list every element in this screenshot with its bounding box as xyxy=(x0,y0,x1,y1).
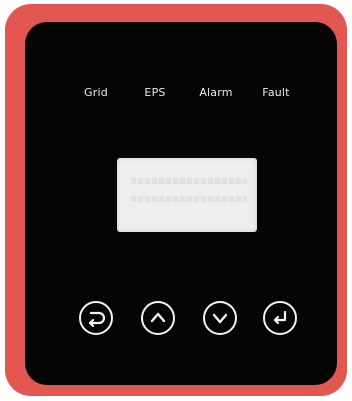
indicator-grid: Grid xyxy=(84,86,108,99)
enter-icon xyxy=(273,310,287,325)
lcd-line-2 xyxy=(131,196,247,202)
up-button[interactable] xyxy=(141,301,175,335)
up-arrow-icon xyxy=(150,312,166,323)
lcd-line-1 xyxy=(131,178,247,184)
down-button[interactable] xyxy=(203,301,237,335)
indicator-alarm: Alarm xyxy=(199,86,233,99)
enter-button[interactable] xyxy=(263,301,297,335)
lcd-display xyxy=(117,158,257,232)
back-button[interactable] xyxy=(79,301,113,335)
back-return-icon xyxy=(88,311,106,328)
indicator-fault: Fault xyxy=(262,86,290,99)
down-arrow-icon xyxy=(212,313,228,324)
indicator-eps: EPS xyxy=(144,86,166,99)
